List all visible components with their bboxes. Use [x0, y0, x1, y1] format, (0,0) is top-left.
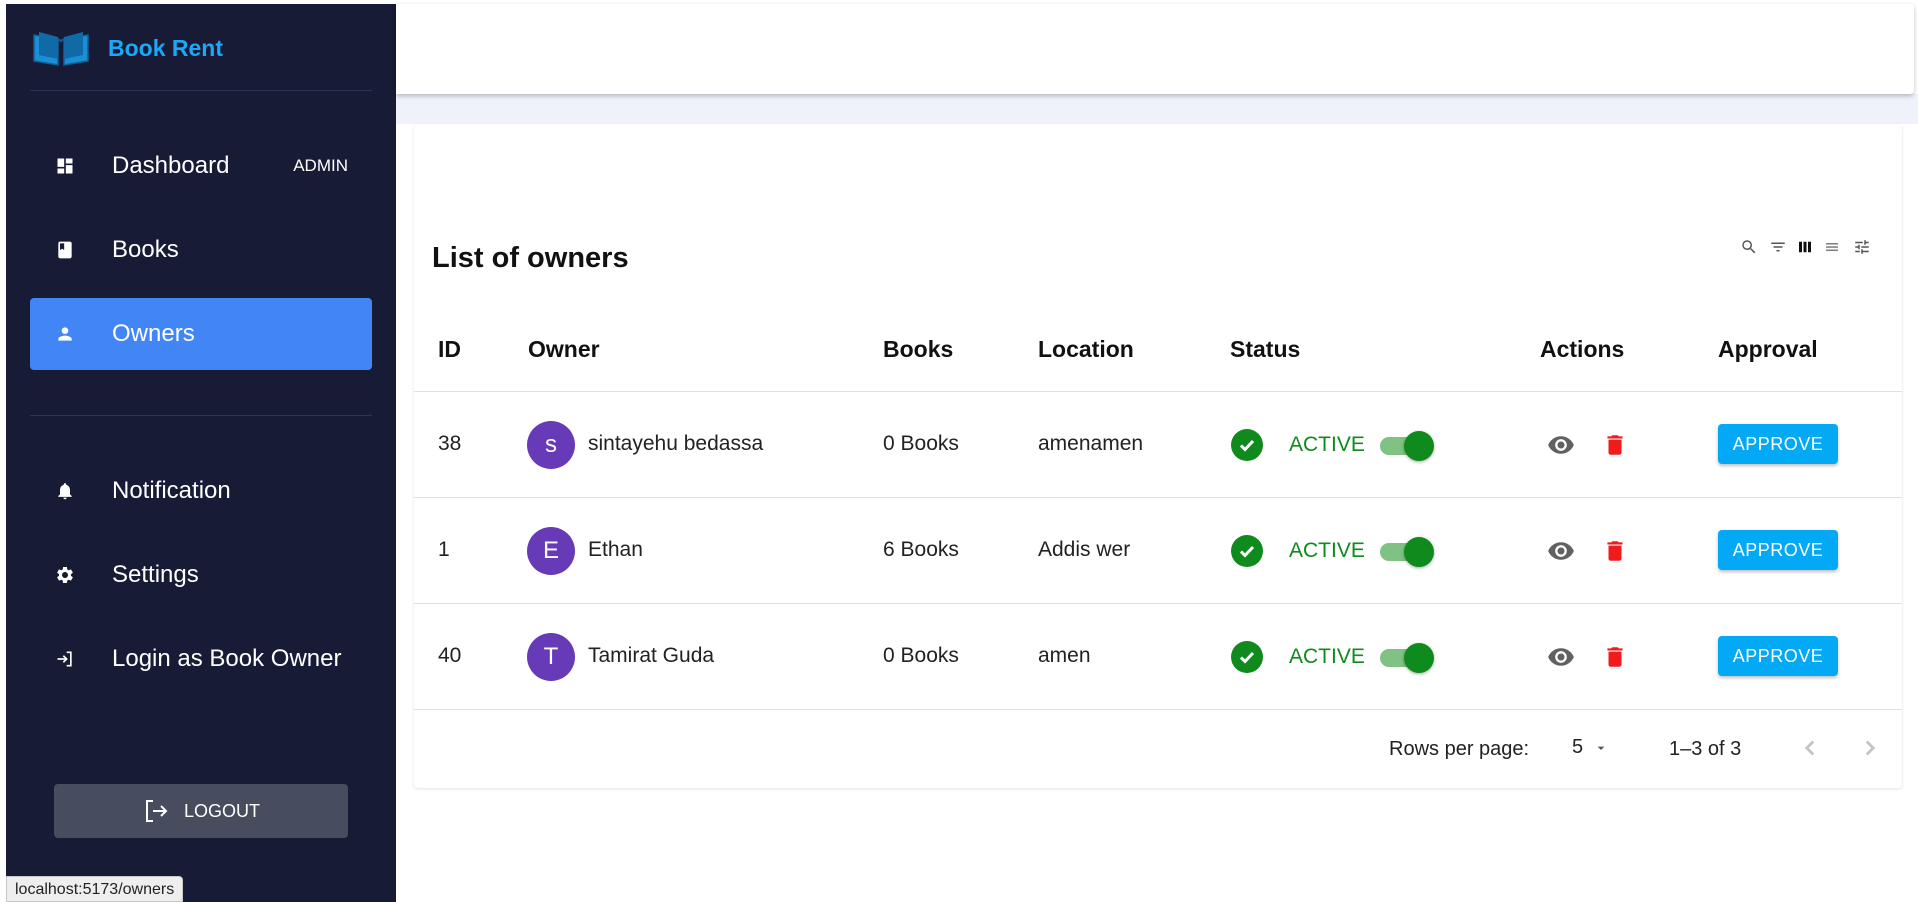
row-divider: [414, 391, 1902, 392]
row-divider: [414, 603, 1902, 604]
avatar: T: [527, 633, 575, 681]
brand[interactable]: Book Rent: [30, 29, 223, 67]
delete-trash-icon[interactable]: [1602, 643, 1628, 671]
gear-icon: [54, 564, 76, 586]
cell-books: 0 Books: [883, 644, 959, 667]
column-header-books[interactable]: Books: [883, 336, 953, 363]
role-badge: ADMIN: [293, 156, 348, 175]
delete-trash-icon[interactable]: [1602, 537, 1628, 565]
check-circle-icon: [1231, 429, 1263, 461]
sidebar-item-books[interactable]: Books: [30, 214, 372, 286]
avatar: s: [527, 421, 575, 469]
dashboard-icon: [54, 155, 76, 177]
status-toggle[interactable]: [1378, 535, 1436, 567]
view-eye-icon[interactable]: [1547, 431, 1575, 459]
column-header-actions[interactable]: Actions: [1540, 336, 1624, 363]
person-icon: [54, 323, 76, 345]
logout-label: LOGOUT: [183, 800, 260, 821]
column-header-location[interactable]: Location: [1038, 336, 1134, 363]
rows-per-page-value: 5: [1572, 736, 1584, 758]
sidebar-item-label: Login as Book Owner: [112, 645, 342, 672]
sidebar-item-label: Notification: [112, 477, 231, 504]
top-app-bar: [396, 4, 1914, 94]
sidebar-item-owners[interactable]: Owners: [30, 298, 372, 370]
login-icon: [54, 648, 76, 670]
cell-books: 6 Books: [883, 538, 959, 561]
chevron-right-icon[interactable]: [1857, 735, 1883, 766]
cell-location: amen: [1038, 644, 1091, 667]
sidebar-divider: [30, 90, 372, 91]
page-title: List of owners: [432, 242, 629, 274]
bell-icon: [54, 480, 76, 502]
cell-location: amenamen: [1038, 432, 1144, 455]
logout-icon: [145, 800, 168, 822]
status-badge: ACTIVE: [1289, 645, 1365, 668]
logout-button[interactable]: LOGOUT: [54, 784, 348, 838]
status-badge: ACTIVE: [1289, 433, 1365, 456]
check-circle-icon: [1231, 641, 1263, 673]
brand-name: Book Rent: [108, 34, 223, 61]
status-toggle[interactable]: [1378, 641, 1436, 673]
search-icon[interactable]: [1738, 236, 1760, 258]
cell-books: 0 Books: [883, 432, 959, 455]
settings-sliders-icon[interactable]: [1851, 236, 1873, 258]
approve-button[interactable]: APPROVE: [1718, 636, 1838, 676]
chevron-left-icon[interactable]: [1797, 735, 1823, 766]
filter-icon[interactable]: [1767, 236, 1789, 258]
sidebar-item-notification[interactable]: Notification: [30, 455, 372, 527]
density-icon[interactable]: [1821, 236, 1843, 258]
sidebar-item-settings[interactable]: Settings: [30, 539, 372, 611]
rows-per-page-label: Rows per page:: [1389, 738, 1530, 760]
column-header-approval[interactable]: Approval: [1718, 336, 1818, 363]
content-strip: [396, 94, 1918, 124]
cell-owner-name: sintayehu bedassa: [588, 432, 764, 455]
avatar: E: [527, 527, 575, 575]
sidebar-item-label: Settings: [112, 561, 199, 588]
status-bar-url: localhost:5173/owners: [6, 876, 184, 902]
sidebar-item-dashboard[interactable]: Dashboard ADMIN: [30, 130, 372, 202]
cell-owner-name: Ethan: [588, 538, 643, 561]
sidebar-divider: [30, 415, 372, 416]
status-badge: ACTIVE: [1289, 539, 1365, 562]
book-logo-icon: [33, 32, 89, 66]
cell-id: 40: [438, 644, 462, 667]
cell-owner-name: Tamirat Guda: [588, 644, 715, 667]
sidebar-item-login-as-owner[interactable]: Login as Book Owner: [30, 623, 372, 695]
view-eye-icon[interactable]: [1547, 537, 1575, 565]
view-eye-icon[interactable]: [1547, 643, 1575, 671]
rows-per-page-select[interactable]: 5: [1572, 736, 1609, 759]
approve-button[interactable]: APPROVE: [1718, 530, 1838, 570]
column-header-status[interactable]: Status: [1230, 336, 1300, 363]
columns-icon[interactable]: [1794, 236, 1816, 258]
column-header-id[interactable]: ID: [438, 336, 461, 363]
check-circle-icon: [1231, 535, 1263, 567]
cell-location: Addis wer: [1038, 538, 1131, 561]
row-divider: [414, 709, 1902, 710]
approve-button[interactable]: APPROVE: [1718, 424, 1838, 464]
owners-card: List of owners ID Owner Books Location S…: [414, 124, 1902, 788]
row-divider: [414, 497, 1902, 498]
status-toggle[interactable]: [1378, 429, 1436, 461]
sidebar: Book Rent Dashboard ADMIN Books Owners N…: [6, 4, 396, 902]
sidebar-item-label: Dashboard: [112, 152, 230, 179]
cell-id: 1: [438, 538, 450, 561]
column-header-owner[interactable]: Owner: [528, 336, 600, 363]
sidebar-item-label: Books: [112, 236, 179, 263]
cell-id: 38: [438, 432, 462, 455]
sidebar-item-label: Owners: [112, 320, 195, 347]
caret-down-icon: [1593, 740, 1609, 756]
book-icon: [54, 239, 76, 261]
pagination-range: 1–3 of 3: [1669, 738, 1742, 760]
delete-trash-icon[interactable]: [1602, 431, 1628, 459]
